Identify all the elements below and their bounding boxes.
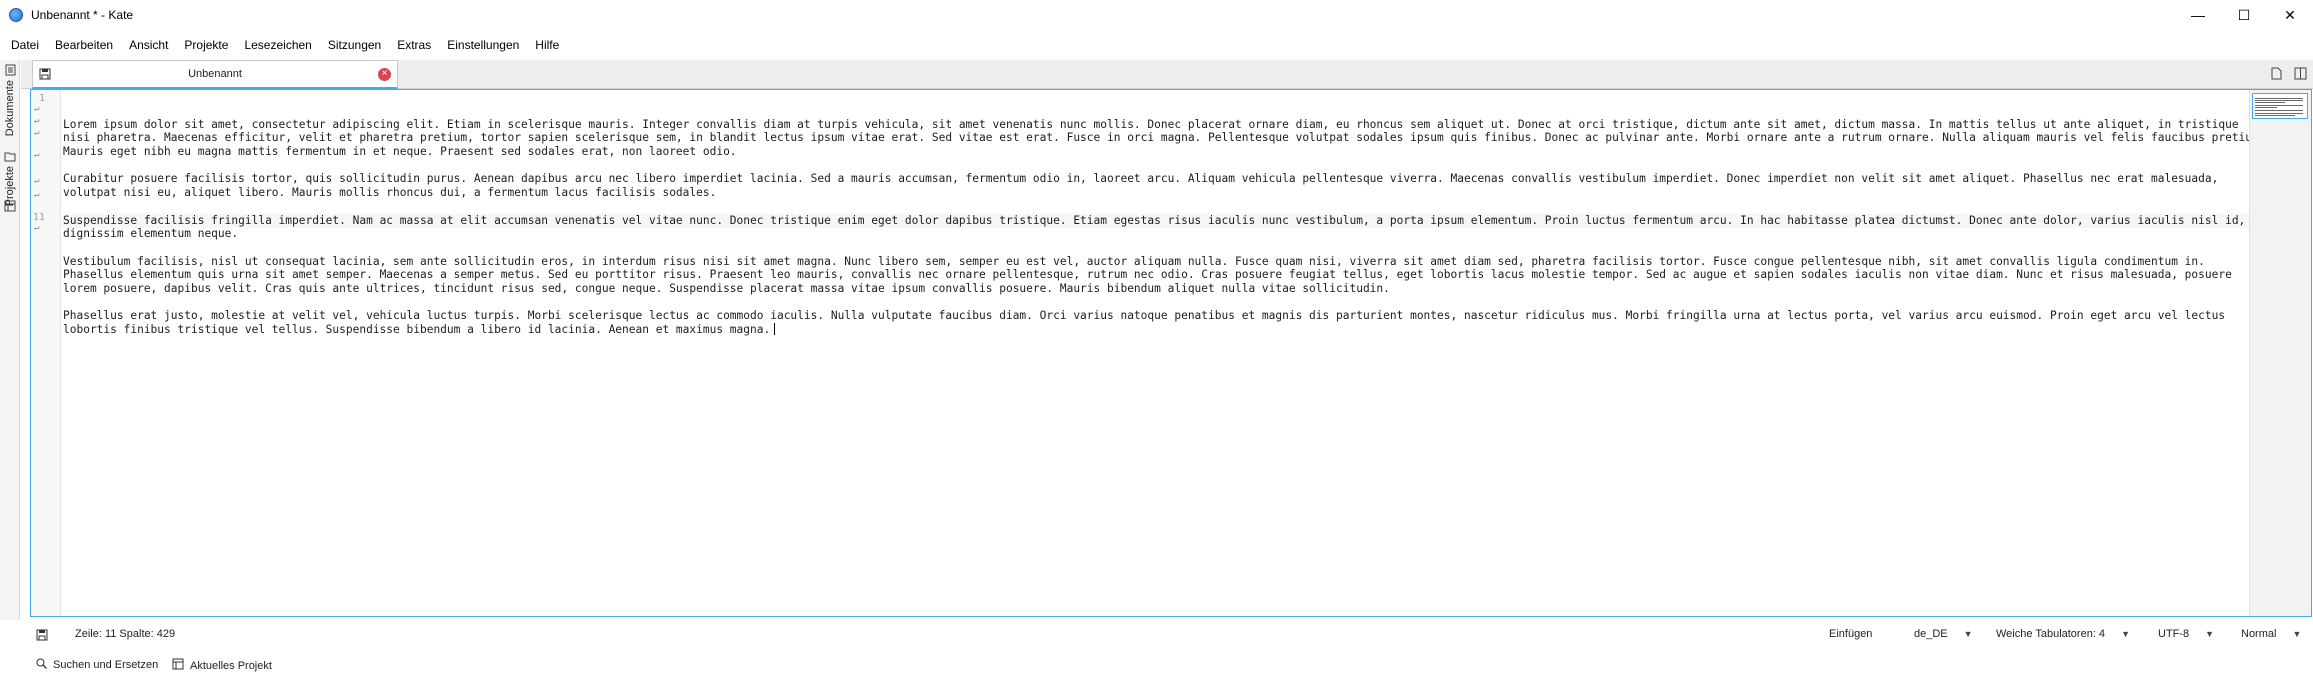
split-view-icon[interactable]: [2293, 66, 2307, 80]
paragraph-1: Lorem ipsum dolor sit amet, consectetur …: [63, 117, 2266, 159]
paragraph-5-text: Phasellus erat justo, molestie at velit …: [63, 309, 2226, 337]
input-mode-label: Einfügen: [1829, 628, 1873, 640]
project-icon: [172, 658, 184, 673]
search-replace-button[interactable]: Suchen und Ersetzen: [36, 658, 158, 672]
text-cursor: [774, 323, 776, 336]
menu-hilfe[interactable]: Hilfe: [527, 30, 567, 60]
minimap-line: [2255, 100, 2303, 101]
menu-projekte[interactable]: Projekte: [176, 30, 236, 60]
cursor-position[interactable]: Zeile: 11 Spalte: 429: [75, 628, 175, 640]
wrap-marker-icon: ↵: [34, 116, 40, 126]
window-title: Unbenannt * - Kate: [31, 8, 134, 22]
tab-close-icon[interactable]: ×: [378, 68, 391, 81]
current-project-button[interactable]: Aktuelles Projekt: [172, 658, 272, 673]
chevron-down-icon: ▼: [2121, 629, 2130, 639]
sidebar-tab-projects-2[interactable]: [2, 200, 18, 216]
maximize-button[interactable]: ☐: [2221, 0, 2267, 30]
document-text[interactable]: Lorem ipsum dolor sit amet, consectetur …: [63, 104, 2268, 337]
syntax-mode-label: Normal: [2241, 628, 2277, 640]
menu-extras[interactable]: Extras: [389, 30, 439, 60]
menu-bar: Datei Bearbeiten Ansicht Projekte Leseze…: [0, 30, 2313, 60]
empty-line: [63, 200, 2268, 214]
sidebar-label-documents: Dokumente: [4, 80, 16, 137]
tab-unbenannt[interactable]: Unbenannt ×: [32, 60, 398, 89]
empty-line: [63, 159, 2268, 173]
menu-sitzungen[interactable]: Sitzungen: [320, 30, 389, 60]
menu-einstellungen[interactable]: Einstellungen: [439, 30, 527, 60]
paragraph-5: Phasellus erat justo, molestie at velit …: [63, 309, 2268, 336]
document-tab-bar: Unbenannt ×: [21, 60, 2313, 89]
wrap-marker-icon: ↵: [34, 223, 40, 233]
tab-label: Unbenannt: [188, 68, 242, 80]
dictionary-selector[interactable]: de_DE ▼: [1914, 628, 1973, 640]
wrap-marker-icon: ↵: [34, 190, 40, 200]
menu-bearbeiten[interactable]: Bearbeiten: [47, 30, 121, 60]
status-bar: Zeile: 11 Spalte: 429 Einfügen de_DE ▼ W…: [0, 620, 2313, 650]
paragraph-4: Vestibulum facilisis, nisl ut consequat …: [63, 254, 2232, 296]
line-number-11: 11: [32, 212, 45, 223]
window-controls: — ☐ ✕: [2175, 0, 2313, 30]
encoding-selector[interactable]: UTF-8 ▼: [2158, 628, 2214, 640]
search-icon: [36, 658, 47, 672]
paragraph-2: Curabitur posuere facilisis tortor, quis…: [63, 172, 2219, 200]
empty-line: [63, 104, 2268, 118]
folder-icon: [4, 150, 16, 162]
menu-ansicht[interactable]: Ansicht: [121, 30, 176, 60]
indentation-label: Weiche Tabulatoren: 4: [1996, 628, 2106, 640]
close-window-button[interactable]: ✕: [2267, 0, 2313, 30]
wrap-marker-icon: ↵: [34, 128, 40, 138]
bottom-toolview-bar: Suchen und Ersetzen Aktuelles Projekt: [0, 650, 2313, 679]
wrap-marker-icon: ↵: [34, 104, 40, 114]
documents-icon: [4, 64, 16, 76]
new-tab-icon[interactable]: [2269, 66, 2283, 80]
wrap-marker-icon: ↵: [34, 176, 40, 186]
line-number-1: 1: [38, 93, 45, 104]
kate-app-icon: [9, 8, 23, 22]
paragraph-3: Suspendisse facilisis fringilla imperdie…: [63, 213, 2246, 241]
empty-line: [63, 241, 2268, 255]
minimap-line: [2255, 102, 2285, 103]
menu-datei[interactable]: Datei: [3, 30, 47, 60]
minimap-line: [2255, 110, 2303, 111]
current-project-label: Aktuelles Projekt: [190, 659, 272, 672]
minimize-button[interactable]: —: [2175, 0, 2221, 30]
indentation-selector[interactable]: Weiche Tabulatoren: 4 ▼: [1996, 628, 2130, 640]
sidebar-tab-projects[interactable]: Projekte: [2, 150, 18, 206]
minimap-line: [2255, 107, 2277, 108]
menu-lesezeichen[interactable]: Lesezeichen: [236, 30, 319, 60]
search-replace-label: Suchen und Ersetzen: [53, 659, 159, 671]
chevron-down-icon: ▼: [2205, 629, 2215, 639]
tabbar-actions: [2269, 66, 2307, 80]
minimap-line: [2255, 98, 2303, 99]
encoding-label: UTF-8: [2158, 628, 2190, 640]
chevron-down-icon: ▼: [2292, 629, 2302, 639]
input-mode[interactable]: Einfügen: [1829, 628, 1872, 640]
sidebar-tab-documents[interactable]: Dokumente: [2, 64, 18, 136]
text-editor[interactable]: 1 ↵ ↵ ↵ ↵ ↵ ↵ 11 ↵ Lorem ipsum dolor sit…: [30, 89, 2312, 617]
syntax-mode-selector[interactable]: Normal ▼: [2241, 628, 2301, 640]
left-sidebar: Dokumente Projekte: [0, 60, 20, 620]
chevron-down-icon: ▼: [1963, 629, 1973, 639]
wrap-marker-icon: ↵: [34, 150, 40, 160]
projects-icon: [4, 200, 16, 212]
line-number-gutter: 1 ↵ ↵ ↵ ↵ ↵ ↵ 11 ↵: [31, 90, 61, 616]
title-bar: Unbenannt * - Kate — ☐ ✕: [0, 0, 2313, 30]
minimap-line: [2255, 115, 2295, 116]
empty-line: [63, 296, 2268, 310]
minimap[interactable]: [2249, 90, 2311, 616]
dictionary-label: de_DE: [1914, 628, 1948, 640]
document-save-icon[interactable]: [36, 629, 48, 641]
minimap-line: [2255, 113, 2303, 114]
minimap-line: [2255, 105, 2303, 106]
